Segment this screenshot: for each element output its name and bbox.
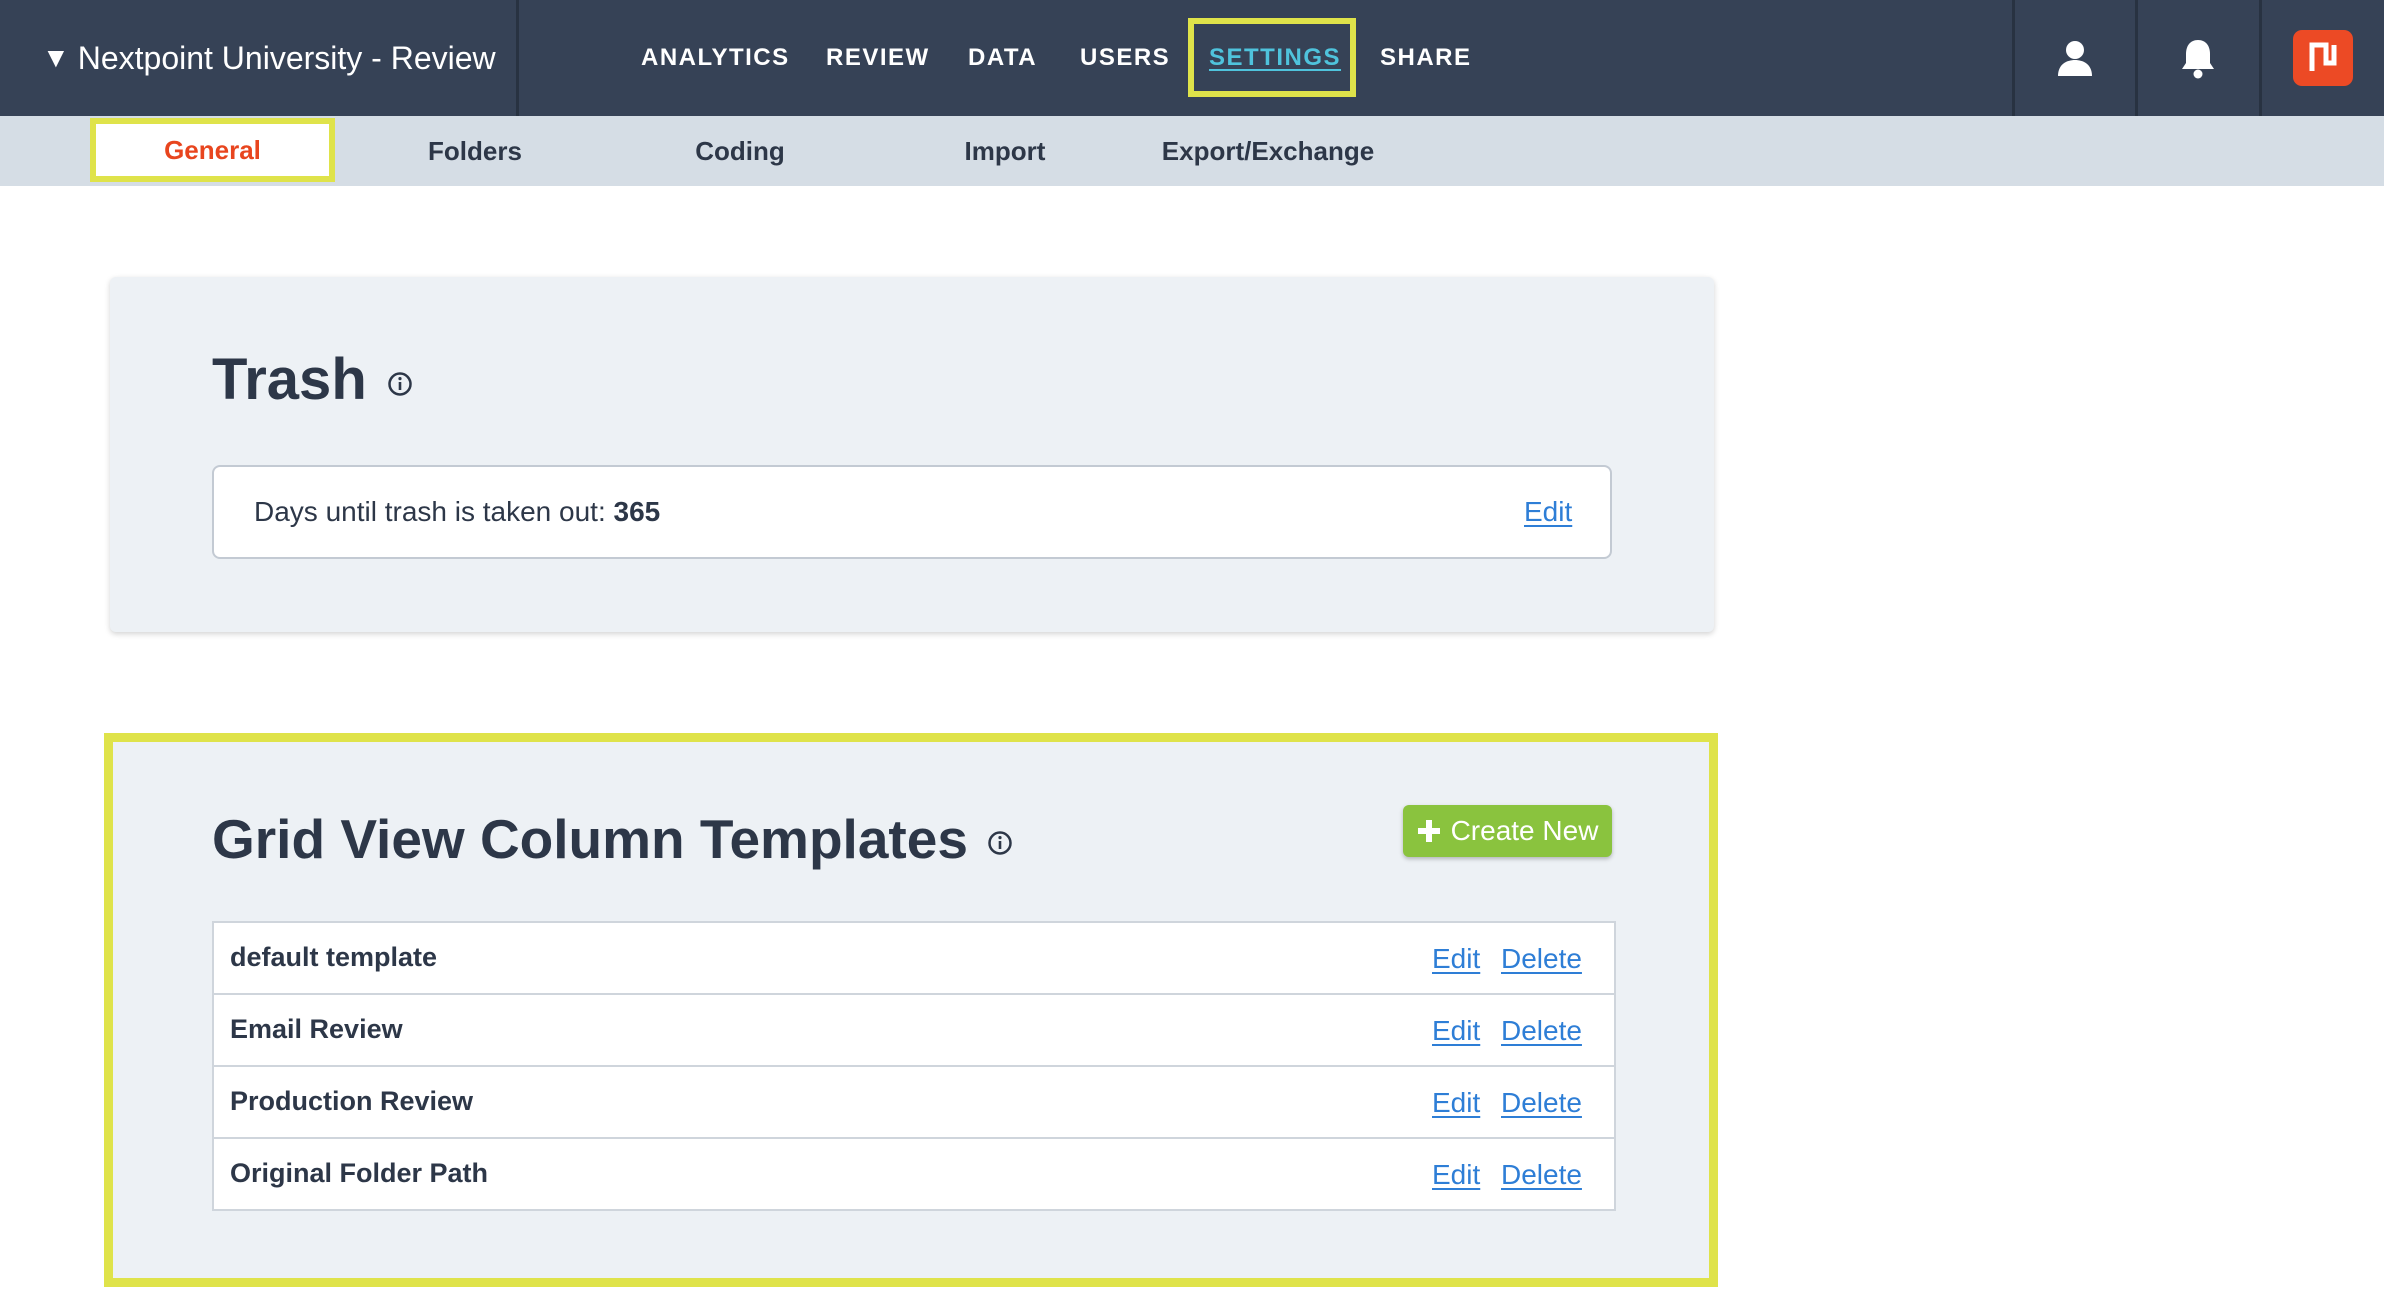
trash-days-value: 365 [613,496,661,527]
caret-down-icon: ▼ [42,42,70,73]
template-edit-link[interactable]: Edit [1432,1015,1480,1047]
tab-folders[interactable]: Folders [405,116,545,186]
table-row: Email Review Edit Delete [214,995,1614,1067]
nextpoint-logo-icon [2309,42,2337,71]
template-name: Email Review [230,1014,403,1044]
grid-templates-heading: Grid View Column Templates [212,807,1013,871]
template-name: Production Review [230,1086,474,1116]
create-new-button[interactable]: Create New [1403,805,1612,857]
table-row: Original Folder Path Edit Delete [214,1139,1614,1211]
template-delete-link[interactable]: Delete [1501,943,1582,975]
bell-icon [2181,40,2214,79]
table-row: default template Edit Delete [214,923,1614,995]
project-selector[interactable]: ▼ Nextpoint University - Review [0,0,519,116]
user-menu-button[interactable] [2012,0,2134,116]
settings-subnav: General Folders Coding Import Export/Exc… [0,116,2384,186]
template-delete-link[interactable]: Delete [1501,1015,1582,1047]
info-icon[interactable] [387,371,413,397]
nav-analytics[interactable]: ANALYTICS [641,44,790,72]
trash-edit-link[interactable]: Edit [1524,496,1572,528]
template-name: default template [230,942,438,972]
create-new-label: Create New [1450,815,1599,846]
template-delete-link[interactable]: Delete [1501,1159,1582,1191]
trash-heading: Trash [212,346,413,413]
plus-icon [1417,820,1440,842]
nav-review[interactable]: REVIEW [826,44,930,72]
template-edit-link[interactable]: Edit [1432,943,1480,975]
tab-export-exchange[interactable]: Export/Exchange [1148,116,1388,186]
table-row: Production Review Edit Delete [214,1067,1614,1139]
top-navigation-bar: ▼ Nextpoint University - Review ANALYTIC… [0,0,2384,116]
tab-import[interactable]: Import [935,116,1075,186]
settings-highlight-box [1188,18,1356,97]
trash-days-label: Days until trash is taken out: [254,496,606,527]
nav-users[interactable]: USERS [1080,44,1170,72]
nextpoint-logo [2293,30,2353,86]
tab-general[interactable]: General [90,118,335,182]
trash-card [110,277,1714,632]
grid-templates-title: Grid View Column Templates [212,808,968,870]
app-logo-cell[interactable] [2259,0,2384,116]
nav-data[interactable]: DATA [968,44,1037,72]
info-icon[interactable] [987,830,1013,856]
trash-setting-text: Days until trash is taken out: 365 [254,496,660,528]
trash-title: Trash [212,347,367,412]
notifications-button[interactable] [2135,0,2257,116]
template-name: Original Folder Path [230,1158,489,1188]
template-edit-link[interactable]: Edit [1432,1159,1480,1191]
project-name: Nextpoint University - Review [77,39,496,76]
nav-share[interactable]: SHARE [1380,44,1472,72]
template-delete-link[interactable]: Delete [1501,1087,1582,1119]
templates-table: default template Edit Delete Email Revie… [212,921,1616,1211]
trash-setting-row: Days until trash is taken out: 365 Edit [212,465,1612,559]
tab-coding[interactable]: Coding [670,116,810,186]
template-edit-link[interactable]: Edit [1432,1087,1480,1119]
user-icon [2057,41,2092,76]
